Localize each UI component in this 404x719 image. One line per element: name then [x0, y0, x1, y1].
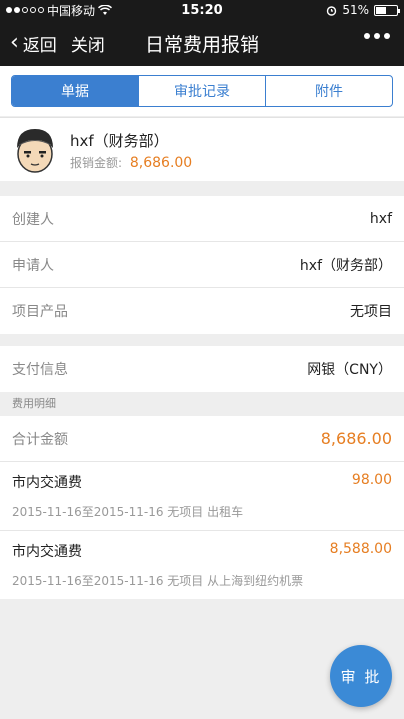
creator-label: 创建人	[12, 211, 54, 228]
tab-approval-records[interactable]: 审批记录	[138, 76, 265, 106]
status-right: 51%	[248, 3, 400, 17]
carrier-name: 中国移动	[47, 3, 96, 18]
creator-value: hxf	[369, 210, 392, 227]
expense-name: 市内交通费	[12, 544, 82, 560]
status-time: 15:20	[181, 2, 223, 18]
more-options-icon[interactable]	[364, 33, 390, 39]
applicant-row: 申请人 hxf（财务部）	[0, 242, 404, 288]
project-value: 无项目	[350, 304, 392, 320]
applicant-label: 申请人	[12, 257, 54, 274]
segmented-tabs: 单据 审批记录 附件	[11, 75, 393, 107]
user-name: hxf（财务部）	[70, 132, 169, 150]
expense-item[interactable]: 市内交通费 8,588.00 2015-11-16至2015-11-16 无项目…	[0, 531, 404, 599]
nav-bar: ‹ 返回 关闭 日常费用报销	[0, 20, 404, 66]
info-section: 创建人 hxf 申请人 hxf（财务部） 项目产品 无项目	[0, 196, 404, 334]
payment-row: 支付信息 网银（CNY）	[0, 346, 404, 392]
expense-details-header: 费用明细	[0, 392, 404, 416]
alarm-icon	[327, 5, 337, 16]
battery-icon	[374, 4, 400, 16]
expense-description: 2015-11-16至2015-11-16 无项目 出租车	[12, 505, 244, 519]
page-title: 日常费用报销	[144, 33, 259, 56]
status-bar: 中国移动 15:20 51%	[0, 0, 404, 20]
battery-percent: 51%	[342, 3, 369, 17]
total-label: 合计金额	[12, 431, 68, 448]
applicant-value: hxf（财务部）	[299, 257, 392, 274]
tab-attachments[interactable]: 附件	[265, 76, 392, 106]
signal-icon	[6, 7, 44, 13]
tab-document[interactable]: 单据	[12, 76, 138, 106]
chevron-left-icon: ‹	[10, 30, 19, 55]
details-section: 合计金额 8,686.00 市内交通费 98.00 2015-11-16至201…	[0, 416, 404, 599]
amount-value: 8,686.00	[129, 155, 193, 171]
total-value: 8,686.00	[320, 429, 392, 448]
wifi-icon	[98, 4, 113, 15]
back-label: 返回	[22, 35, 57, 56]
project-row: 项目产品 无项目	[0, 288, 404, 334]
avatar	[17, 129, 53, 173]
expense-description: 2015-11-16至2015-11-16 无项目 从上海到纽约机票	[12, 574, 304, 588]
expense-amount: 98.00	[351, 472, 392, 488]
expense-item[interactable]: 市内交通费 98.00 2015-11-16至2015-11-16 无项目 出租…	[0, 462, 404, 531]
project-label: 项目产品	[12, 304, 68, 320]
expense-name: 市内交通费	[12, 475, 82, 491]
payment-value: 网银（CNY）	[307, 362, 392, 378]
close-button[interactable]: 关闭	[71, 31, 105, 56]
amount-label: 报销金额:	[70, 156, 123, 170]
payment-label: 支付信息	[12, 362, 68, 378]
payment-section: 支付信息 网银（CNY）	[0, 346, 404, 392]
creator-row: 创建人 hxf	[0, 196, 404, 242]
approve-button[interactable]: 审 批	[330, 645, 392, 707]
reimbursement-amount: 报销金额: 8,686.00	[70, 154, 192, 171]
expense-amount: 8,588.00	[329, 541, 392, 557]
user-card: hxf（财务部） 报销金额: 8,686.00	[0, 117, 404, 181]
back-button[interactable]: ‹ 返回	[10, 31, 57, 56]
total-row: 合计金额 8,686.00	[0, 416, 404, 462]
tabs-container: 单据 审批记录 附件	[0, 66, 404, 116]
status-left: 中国移动	[6, 2, 156, 19]
